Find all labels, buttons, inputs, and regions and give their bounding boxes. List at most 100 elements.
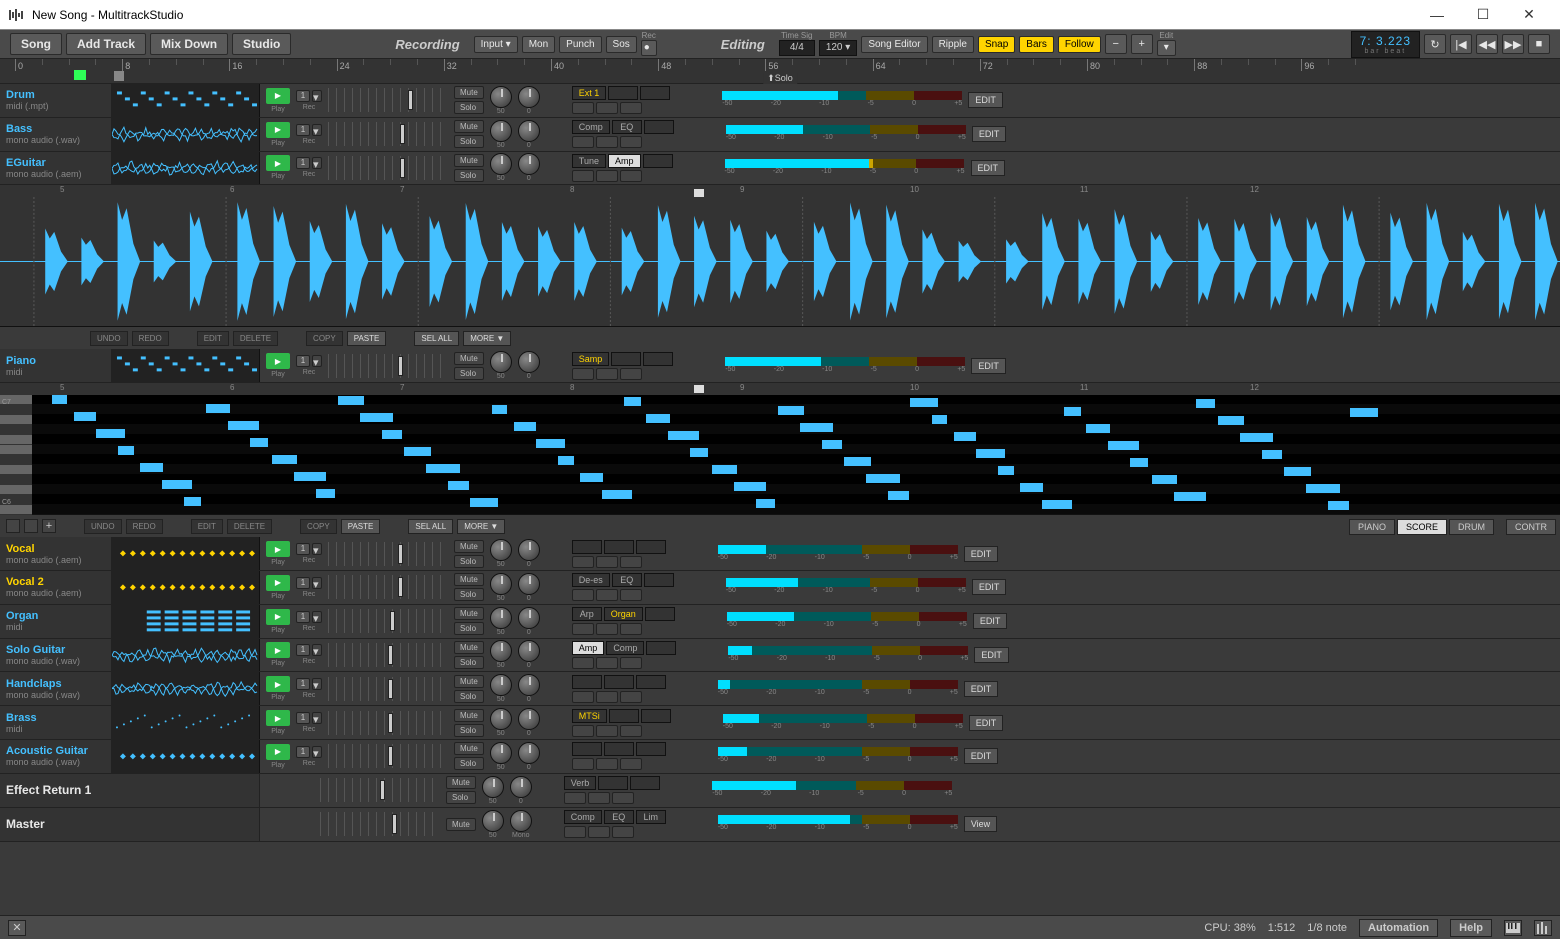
- fx-slot[interactable]: Amp: [572, 641, 605, 655]
- mixer-icon[interactable]: [1534, 920, 1552, 936]
- track-thumbnail[interactable]: [112, 152, 260, 185]
- mute-button[interactable]: Mute: [454, 154, 484, 167]
- midi-note[interactable]: [338, 396, 364, 405]
- fx-slot[interactable]: Verb: [564, 776, 597, 790]
- edit-button[interactable]: EDIT: [191, 519, 223, 534]
- mute-button[interactable]: Mute: [454, 120, 484, 133]
- midi-note[interactable]: [1064, 407, 1081, 416]
- solo-button[interactable]: Solo: [454, 724, 484, 737]
- send-dial[interactable]: [518, 607, 540, 629]
- midi-note[interactable]: [712, 465, 737, 474]
- send-dial[interactable]: [518, 120, 540, 142]
- ripple-button[interactable]: Ripple: [932, 36, 974, 53]
- midi-note[interactable]: [448, 481, 469, 490]
- send-chip[interactable]: [572, 657, 594, 669]
- send-chip[interactable]: [620, 657, 642, 669]
- send-chip[interactable]: [596, 170, 618, 182]
- send-chip[interactable]: [620, 136, 642, 148]
- send-chip[interactable]: [572, 623, 594, 635]
- send-dial[interactable]: [518, 573, 540, 595]
- fx-slot-empty[interactable]: [572, 742, 602, 756]
- fx-slot[interactable]: Organ: [604, 607, 643, 621]
- fx-slot-empty[interactable]: [643, 352, 673, 366]
- fx-slot[interactable]: De-es: [572, 573, 610, 587]
- send-dial[interactable]: [518, 351, 540, 373]
- track-thumbnail[interactable]: [112, 605, 260, 638]
- midi-note[interactable]: [910, 398, 938, 407]
- solo-button[interactable]: Solo: [446, 791, 476, 804]
- mute-button[interactable]: Mute: [454, 675, 484, 688]
- midi-note[interactable]: [602, 490, 632, 499]
- close-panel-icon[interactable]: ✕: [8, 920, 26, 936]
- mono-dial[interactable]: [510, 810, 532, 832]
- take-chip[interactable]: 1: [296, 90, 310, 102]
- take-dropdown[interactable]: ▾: [312, 355, 322, 367]
- send-chip[interactable]: [572, 368, 594, 380]
- fx-slot-empty[interactable]: [636, 742, 666, 756]
- midi-note[interactable]: [118, 446, 134, 455]
- midi-note[interactable]: [74, 412, 96, 421]
- send-chip[interactable]: [596, 102, 618, 114]
- fx-slot[interactable]: Amp: [608, 154, 641, 168]
- send-chip[interactable]: [572, 170, 594, 182]
- midi-note[interactable]: [206, 404, 230, 413]
- score-view-tab[interactable]: SCORE: [1397, 519, 1447, 535]
- fx-slot[interactable]: Ext 1: [572, 86, 607, 100]
- midi-note[interactable]: [382, 430, 402, 439]
- fx-slot-empty[interactable]: [604, 540, 634, 554]
- rec-button[interactable]: ●: [641, 40, 657, 56]
- send-chip[interactable]: [620, 556, 642, 568]
- fx-slot-empty[interactable]: [630, 776, 660, 790]
- play-button[interactable]: ▶: [266, 541, 290, 557]
- send-chip[interactable]: [572, 589, 594, 601]
- fx-slot-empty[interactable]: [646, 641, 676, 655]
- midi-note[interactable]: [1196, 399, 1215, 408]
- snap-button[interactable]: Snap: [978, 36, 1015, 53]
- play-button[interactable]: ▶: [266, 710, 290, 726]
- midi-note[interactable]: [184, 497, 201, 506]
- play-button[interactable]: ▶: [266, 744, 290, 760]
- fx-slot-empty[interactable]: [609, 709, 639, 723]
- volume-fader[interactable]: [328, 122, 448, 146]
- send-dial[interactable]: [518, 742, 540, 764]
- midi-note[interactable]: [1218, 416, 1244, 425]
- take-dropdown[interactable]: ▾: [312, 543, 322, 555]
- pan-dial[interactable]: [490, 607, 512, 629]
- fx-slot[interactable]: Comp: [572, 120, 610, 134]
- midi-note[interactable]: [228, 421, 259, 430]
- take-chip[interactable]: 1: [296, 124, 310, 136]
- send-chip[interactable]: [572, 725, 594, 737]
- send-dial[interactable]: [518, 539, 540, 561]
- take-dropdown[interactable]: ▾: [312, 90, 322, 102]
- follow-button[interactable]: Follow: [1058, 36, 1101, 53]
- fx-slot[interactable]: Samp: [572, 352, 610, 366]
- midi-note[interactable]: [294, 472, 326, 481]
- solo-button[interactable]: Solo: [454, 588, 484, 601]
- edit-track-button[interactable]: EDIT: [972, 579, 1007, 595]
- pan-dial[interactable]: [490, 674, 512, 696]
- solo-button[interactable]: Solo: [454, 757, 484, 770]
- volume-fader[interactable]: [320, 812, 440, 836]
- paste-button[interactable]: PASTE: [347, 331, 387, 346]
- take-dropdown[interactable]: ▾: [312, 124, 322, 136]
- track-header[interactable]: EGuitarmono audio (.aem): [0, 152, 112, 185]
- send-chip[interactable]: [596, 368, 618, 380]
- edit-button[interactable]: EDIT: [197, 331, 229, 346]
- redo-button[interactable]: REDO: [126, 519, 163, 534]
- send-chip[interactable]: [596, 623, 618, 635]
- piano-roll[interactable]: C7 C6: [0, 395, 1560, 515]
- playhead-icon[interactable]: [694, 385, 704, 393]
- controller-view-tab[interactable]: CONTR: [1506, 519, 1556, 535]
- solo-button[interactable]: Solo: [454, 135, 484, 148]
- send-chip[interactable]: [596, 691, 618, 703]
- send-chip[interactable]: [596, 556, 618, 568]
- wave-ruler[interactable]: 56789101112: [0, 185, 1560, 197]
- fx-slot[interactable]: Tune: [572, 154, 606, 168]
- midi-note[interactable]: [1350, 408, 1378, 417]
- mute-button[interactable]: Mute: [454, 540, 484, 553]
- take-chip[interactable]: 1: [296, 678, 310, 690]
- fx-slot-empty[interactable]: [645, 607, 675, 621]
- take-dropdown[interactable]: ▾: [312, 712, 322, 724]
- pan-dial[interactable]: [482, 776, 504, 798]
- undo-button[interactable]: UNDO: [84, 519, 122, 534]
